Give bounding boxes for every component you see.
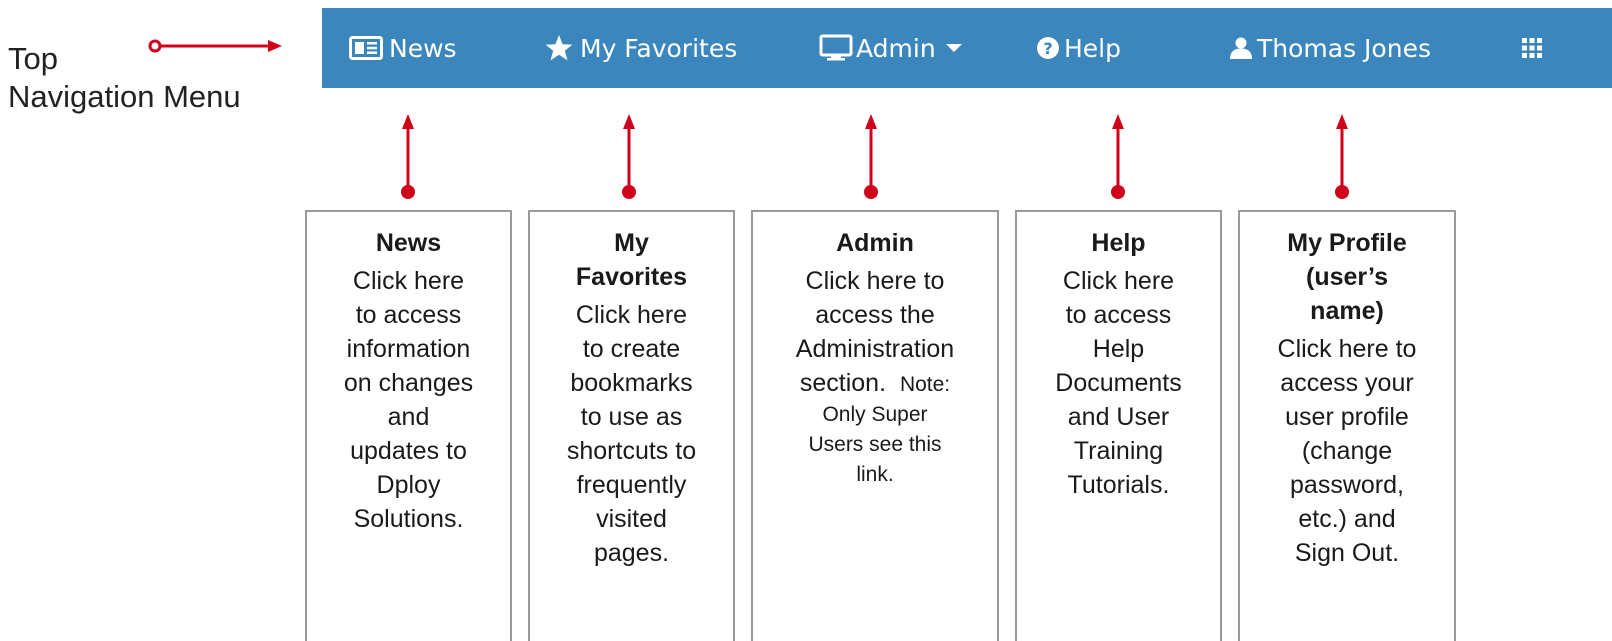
desc-help-line: to access	[1065, 301, 1172, 329]
desc-my-profile-line: (change	[1301, 437, 1393, 465]
nav-apps-menu[interactable]	[1522, 8, 1542, 88]
desc-my-profile-line: Sign Out.	[1294, 539, 1400, 567]
desc-news-line: Click here	[352, 267, 465, 295]
desc-news-line: information	[346, 335, 471, 363]
desc-admin-line: section. Note:	[753, 366, 997, 400]
nav-news[interactable]: News	[349, 8, 457, 88]
desc-admin-title: Admin	[836, 229, 914, 257]
desc-box-my-favorites: My Favorites Click here to create bookma…	[528, 210, 735, 641]
desc-my-favorites-title: My	[614, 229, 649, 257]
desc-my-profile-title: My Profile	[1287, 229, 1407, 257]
desc-help-line: Training	[1073, 437, 1164, 465]
desc-news-title: News	[375, 229, 442, 257]
desc-my-favorites-line: to create	[582, 335, 681, 363]
desc-help-line: Tutorials.	[1067, 471, 1170, 499]
desc-my-profile-line: access your	[1280, 369, 1414, 397]
desc-my-favorites-title: Favorites	[575, 263, 688, 291]
desc-news-line: on changes	[343, 369, 474, 397]
nav-news-label: News	[389, 33, 457, 63]
desc-help-line: Click here	[1062, 267, 1175, 295]
desc-box-help: Help Click here to access Help Documents…	[1015, 210, 1222, 641]
side-arrow	[148, 39, 282, 53]
caret-down-icon	[945, 43, 962, 53]
nav-help[interactable]: ? Help	[1036, 8, 1121, 88]
desc-my-favorites-line: bookmarks	[570, 369, 693, 397]
arrow-my-favorites	[622, 114, 636, 199]
desc-my-favorites-line: shortcuts to	[566, 437, 697, 465]
arrow-help	[1111, 114, 1125, 199]
desc-my-profile-line: user profile	[1285, 403, 1409, 431]
desc-news-line: Solutions.	[353, 505, 464, 533]
nav-user-profile[interactable]: Thomas Jones	[1229, 8, 1431, 88]
star-icon	[544, 34, 574, 62]
arrow-admin	[864, 114, 878, 199]
desc-my-profile-line: etc.) and	[1298, 505, 1396, 533]
monitor-icon	[819, 34, 853, 62]
desc-my-favorites-line: frequently	[576, 471, 687, 499]
desc-box-my-profile: My Profile (user’s name) Click here to a…	[1238, 210, 1456, 641]
desc-my-favorites-line: visited	[596, 505, 667, 533]
desc-help-line: and User	[1067, 403, 1170, 431]
arrow-my-profile	[1335, 114, 1349, 199]
desc-my-profile-line: password,	[1290, 471, 1404, 499]
desc-my-profile-title: name)	[1310, 297, 1384, 325]
arrow-news	[401, 114, 415, 199]
grid-menu-icon	[1522, 38, 1542, 58]
desc-news-line: updates to	[350, 437, 467, 465]
desc-help-line: Help	[1092, 335, 1145, 363]
nav-my-favorites[interactable]: My Favorites	[544, 8, 737, 88]
nav-user-profile-label: Thomas Jones	[1257, 33, 1431, 63]
nav-my-favorites-label: My Favorites	[580, 33, 738, 63]
desc-my-favorites-line: Click here	[575, 301, 688, 329]
nav-admin-label: Admin	[856, 33, 936, 63]
desc-help-line: Documents	[1055, 369, 1182, 397]
desc-box-news: News Click here to access information on…	[305, 210, 512, 641]
desc-box-admin: Admin Click here to access the Administr…	[751, 210, 999, 641]
desc-admin-line: Administration	[795, 335, 955, 363]
desc-help-title: Help	[1091, 229, 1146, 257]
nav-admin[interactable]: Admin	[819, 8, 962, 88]
desc-admin-line: access the	[815, 301, 935, 329]
newspaper-icon	[349, 36, 383, 60]
user-icon	[1229, 36, 1253, 60]
desc-admin-note-label: Note:	[899, 373, 951, 396]
desc-admin-note-line: link.	[856, 463, 894, 486]
desc-my-profile-title: (user’s	[1306, 263, 1388, 291]
desc-news-line: to access	[355, 301, 462, 329]
desc-news-line: and	[387, 403, 430, 431]
desc-my-favorites-line: to use as	[580, 403, 683, 431]
desc-my-profile-line: Click here to	[1277, 335, 1417, 363]
page: Top Navigation Menu News My Favorites Ad…	[0, 0, 1612, 641]
desc-admin-note-line: Users see this	[808, 433, 942, 456]
desc-my-favorites-line: pages.	[593, 539, 670, 567]
nav-help-label: Help	[1064, 33, 1121, 63]
question-circle-icon: ?	[1036, 36, 1060, 60]
desc-news-line: Dploy	[376, 471, 441, 499]
top-navigation-bar: News My Favorites Admin ? Help Thomas Jo…	[322, 8, 1612, 88]
svg-text:?: ?	[1043, 39, 1052, 58]
desc-admin-section-text: section.	[799, 369, 887, 397]
desc-admin-note-line: Only Super	[822, 403, 928, 426]
desc-admin-line: Click here to	[805, 267, 945, 295]
